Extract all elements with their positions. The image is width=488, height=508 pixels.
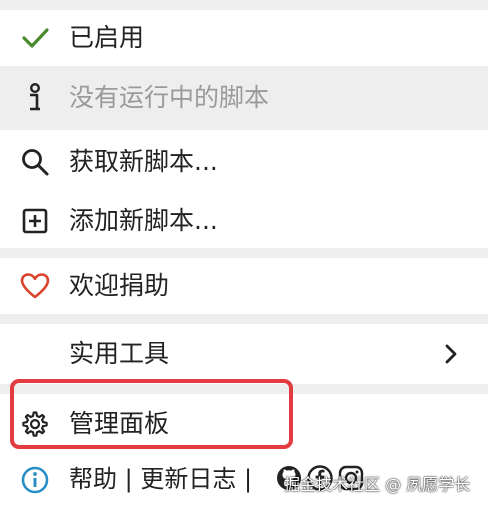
menu-label-get-scripts: 获取新脚本... [69, 147, 218, 176]
plus-square-icon [18, 204, 52, 238]
menu-item-add-script[interactable]: 添加新脚本... [0, 194, 488, 248]
chevron-right-icon [440, 340, 462, 368]
checkmark-icon [18, 21, 52, 55]
menu-label-dashboard: 管理面板 [69, 409, 170, 438]
info-icon [18, 81, 52, 115]
footer-separator: | [117, 465, 141, 493]
changelog-link[interactable]: 更新日志 [140, 465, 236, 493]
gear-icon [18, 407, 52, 441]
section-separator [0, 314, 488, 324]
footer-links: 帮助 | 更新日志 | [69, 464, 252, 494]
menu-label-enabled: 已启用 [69, 23, 145, 52]
info-circle-icon[interactable] [18, 463, 52, 497]
menu-item-no-scripts: 没有运行中的脚本 [0, 66, 488, 130]
menu-label-no-scripts: 没有运行中的脚本 [69, 83, 270, 112]
search-icon [18, 145, 52, 179]
menu-label-add-script: 添加新脚本... [69, 206, 218, 235]
heart-icon [18, 269, 52, 303]
menu-label-utilities: 实用工具 [69, 339, 170, 368]
section-separator [0, 248, 488, 258]
menu-item-utilities[interactable]: 实用工具 [0, 324, 488, 384]
watermark: 掘金技术社区 @ 夙愿学长 [284, 475, 471, 494]
menu-item-enabled[interactable]: 已启用 [0, 10, 488, 66]
menu-item-dashboard[interactable]: 管理面板 [0, 394, 488, 454]
help-link[interactable]: 帮助 [69, 465, 117, 493]
top-separator [0, 0, 488, 10]
menu-item-donate[interactable]: 欢迎捐助 [0, 258, 488, 314]
menu-label-donate: 欢迎捐助 [69, 271, 170, 300]
section-separator [0, 384, 488, 394]
menu-item-get-scripts[interactable]: 获取新脚本... [0, 130, 488, 194]
footer-separator: | [236, 465, 253, 493]
